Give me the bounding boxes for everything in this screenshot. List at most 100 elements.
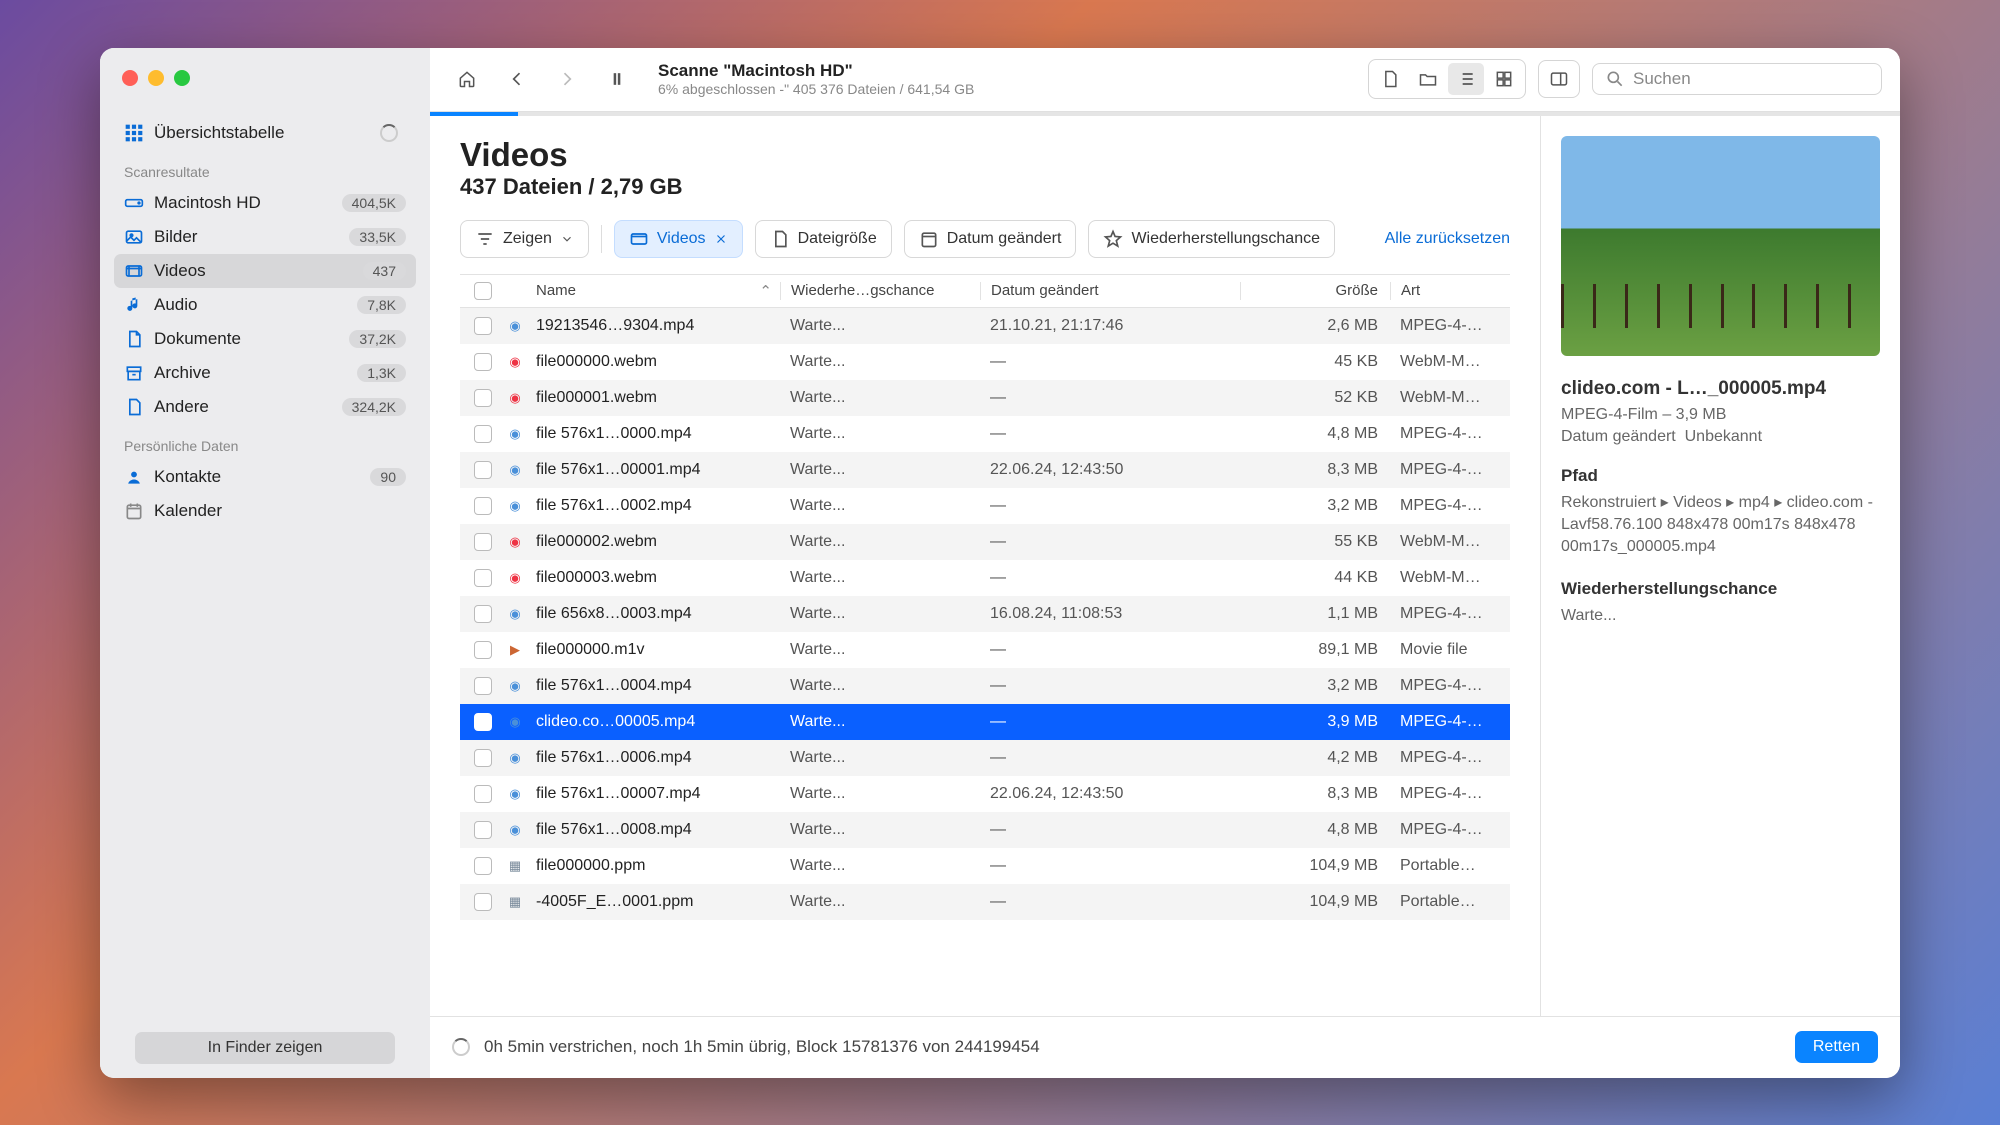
row-art: Portable… xyxy=(1390,857,1510,875)
table-row[interactable]: ◉file000002.webmWarte...—55 KBWebM-M… xyxy=(460,524,1510,560)
file-type-icon: ◉ xyxy=(506,677,530,695)
row-checkbox[interactable] xyxy=(474,749,492,767)
pause-button[interactable] xyxy=(598,60,636,98)
row-checkbox[interactable] xyxy=(474,821,492,839)
minimize-window-button[interactable] xyxy=(148,70,164,86)
row-date: 16.08.24, 11:08:53 xyxy=(980,605,1240,623)
file-type-icon: ◉ xyxy=(506,317,530,335)
forward-button[interactable] xyxy=(548,60,586,98)
spinner-icon xyxy=(380,124,398,142)
row-checkbox[interactable] xyxy=(474,389,492,407)
zoom-window-button[interactable] xyxy=(174,70,190,86)
row-chance: Warte... xyxy=(780,893,980,911)
sidebar-item-kontakte[interactable]: Kontakte 90 xyxy=(114,460,416,494)
table-row[interactable]: ◉file 576x1…00007.mp4Warte...22.06.24, 1… xyxy=(460,776,1510,812)
filter-date[interactable]: Datum geändert xyxy=(904,220,1077,258)
filter-show[interactable]: Zeigen xyxy=(460,220,589,258)
row-checkbox[interactable] xyxy=(474,497,492,515)
row-checkbox[interactable] xyxy=(474,857,492,875)
row-checkbox[interactable] xyxy=(474,893,492,911)
retten-button[interactable]: Retten xyxy=(1795,1031,1878,1063)
close-window-button[interactable] xyxy=(122,70,138,86)
spinner-icon xyxy=(452,1038,470,1056)
sidebar-item-archive[interactable]: Archive 1,3K xyxy=(114,356,416,390)
inspector-filename: clideo.com - L…_000005.mp4 xyxy=(1561,378,1880,400)
filter-chance[interactable]: Wiederherstellungschance xyxy=(1088,220,1335,258)
row-filename: file 576x1…00001.mp4 xyxy=(530,461,780,479)
row-size: 45 KB xyxy=(1240,353,1390,371)
file-type-icon: ◉ xyxy=(506,785,530,803)
sidebar-item-label: Archive xyxy=(154,363,211,383)
row-checkbox[interactable] xyxy=(474,713,492,731)
home-button[interactable] xyxy=(448,60,486,98)
col-name[interactable]: Name ⌃ xyxy=(530,282,780,300)
table-row[interactable]: ◉file 656x8…0003.mp4Warte...16.08.24, 11… xyxy=(460,596,1510,632)
document-icon xyxy=(124,329,144,349)
row-date: — xyxy=(980,497,1240,515)
row-checkbox[interactable] xyxy=(474,569,492,587)
inspector-path-heading: Pfad xyxy=(1561,466,1880,486)
sidebar-item-audio[interactable]: Audio 7,8K xyxy=(114,288,416,322)
row-checkbox[interactable] xyxy=(474,605,492,623)
table-row[interactable]: ◉file000001.webmWarte...—52 KBWebM-M… xyxy=(460,380,1510,416)
table-row[interactable]: ◉file000000.webmWarte...—45 KBWebM-M… xyxy=(460,344,1510,380)
col-date[interactable]: Datum geändert xyxy=(980,282,1240,300)
row-checkbox[interactable] xyxy=(474,461,492,479)
file-icon xyxy=(770,229,790,249)
table-row[interactable]: ◉file000003.webmWarte...—44 KBWebM-M… xyxy=(460,560,1510,596)
scan-subtitle: 6% abgeschlossen -" 405 376 Dateien / 64… xyxy=(658,81,1356,97)
sidebar-item-dokumente[interactable]: Dokumente 37,2K xyxy=(114,322,416,356)
row-checkbox[interactable] xyxy=(474,353,492,371)
table-row[interactable]: ◉clideo.co…00005.mp4Warte...—3,9 MBMPEG-… xyxy=(460,704,1510,740)
row-checkbox[interactable] xyxy=(474,425,492,443)
table-row[interactable]: ◉19213546…9304.mp4Warte...21.10.21, 21:1… xyxy=(460,308,1510,344)
sidebar-item-label: Dokumente xyxy=(154,329,241,349)
sidebar-item-macintosh-hd[interactable]: Macintosh HD 404,5K xyxy=(114,186,416,220)
row-checkbox[interactable] xyxy=(474,785,492,803)
table-row[interactable]: ◉file 576x1…0004.mp4Warte...—3,2 MBMPEG-… xyxy=(460,668,1510,704)
table-row[interactable]: ◉file 576x1…0000.mp4Warte...—4,8 MBMPEG-… xyxy=(460,416,1510,452)
col-chance[interactable]: Wiederhe…gschance xyxy=(780,282,980,300)
filter-size[interactable]: Dateigröße xyxy=(755,220,892,258)
row-size: 55 KB xyxy=(1240,533,1390,551)
table-row[interactable]: ▶file000000.m1vWarte...—89,1 MBMovie fil… xyxy=(460,632,1510,668)
row-checkbox[interactable] xyxy=(474,641,492,659)
row-art: MPEG-4-… xyxy=(1390,317,1510,335)
row-art: Movie file xyxy=(1390,641,1510,659)
sidebar-item-bilder[interactable]: Bilder 33,5K xyxy=(114,220,416,254)
search-placeholder: Suchen xyxy=(1633,69,1691,89)
table-row[interactable]: ▦file000000.ppmWarte...—104,9 MBPortable… xyxy=(460,848,1510,884)
view-file-button[interactable] xyxy=(1372,63,1408,95)
close-icon[interactable] xyxy=(714,232,728,246)
sidebar-item-andere[interactable]: Andere 324,2K xyxy=(114,390,416,424)
search-input[interactable]: Suchen xyxy=(1592,63,1882,95)
table-row[interactable]: ◉file 576x1…0006.mp4Warte...—4,2 MBMPEG-… xyxy=(460,740,1510,776)
sidebar-item-overview[interactable]: Übersichtstabelle xyxy=(114,116,416,150)
table-row[interactable]: ◉file 576x1…00001.mp4Warte...22.06.24, 1… xyxy=(460,452,1510,488)
sidebar-item-videos[interactable]: Videos 437 xyxy=(114,254,416,288)
col-art[interactable]: Art xyxy=(1390,282,1510,300)
row-size: 104,9 MB xyxy=(1240,857,1390,875)
reset-filters-link[interactable]: Alle zurücksetzen xyxy=(1385,230,1510,248)
sidebar-item-count: 90 xyxy=(370,468,406,486)
table-row[interactable]: ◉file 576x1…0008.mp4Warte...—4,8 MBMPEG-… xyxy=(460,812,1510,848)
select-all-checkbox[interactable] xyxy=(474,282,492,300)
row-date: — xyxy=(980,389,1240,407)
toggle-inspector-button[interactable] xyxy=(1538,60,1580,98)
sidebar-item-label: Audio xyxy=(154,295,197,315)
row-checkbox[interactable] xyxy=(474,533,492,551)
col-size[interactable]: Größe xyxy=(1240,282,1390,300)
filter-videos[interactable]: Videos xyxy=(614,220,743,258)
show-in-finder-button[interactable]: In Finder zeigen xyxy=(135,1032,395,1064)
row-checkbox[interactable] xyxy=(474,677,492,695)
chevron-down-icon xyxy=(560,232,574,246)
view-folder-button[interactable] xyxy=(1410,63,1446,95)
view-grid-button[interactable] xyxy=(1486,63,1522,95)
row-size: 104,9 MB xyxy=(1240,893,1390,911)
sidebar-item-kalender[interactable]: Kalender xyxy=(114,494,416,528)
table-row[interactable]: ▦-4005F_E…0001.ppmWarte...—104,9 MBPorta… xyxy=(460,884,1510,920)
row-checkbox[interactable] xyxy=(474,317,492,335)
back-button[interactable] xyxy=(498,60,536,98)
view-list-button[interactable] xyxy=(1448,63,1484,95)
table-row[interactable]: ◉file 576x1…0002.mp4Warte...—3,2 MBMPEG-… xyxy=(460,488,1510,524)
